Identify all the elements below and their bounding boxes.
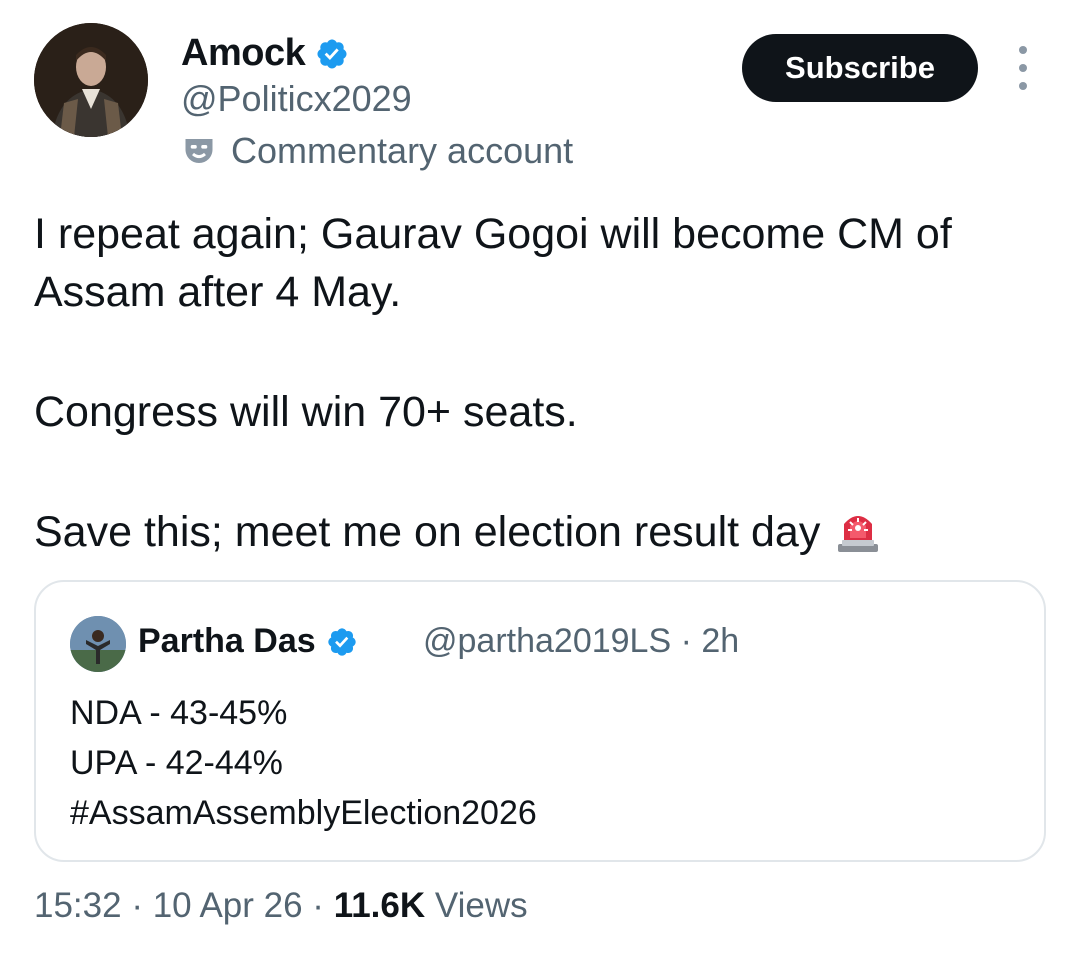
views-label: Views (434, 886, 528, 925)
author-name[interactable]: Amock (181, 32, 349, 75)
tweet-line: I repeat again; Gaurav Gogoi will become… (34, 210, 952, 316)
subscribe-button[interactable]: Subscribe (742, 34, 978, 102)
post-time[interactable]: 15:32 (34, 886, 122, 925)
tweet-line-with-emoji: Save this; meet me on election result da… (34, 503, 1044, 561)
separator-dot: · (680, 622, 702, 660)
more-dot (1019, 64, 1027, 72)
author-name-text[interactable]: Amock (181, 32, 306, 75)
tweet-text: I repeat again; Gaurav Gogoi will become… (34, 205, 1044, 561)
separator-dot: · (312, 886, 334, 925)
more-dot (1019, 82, 1027, 90)
quoted-text: NDA - 43-45% UPA - 42-44% #AssamAssembly… (70, 688, 537, 838)
quoted-handle[interactable]: @partha2019LS (423, 622, 671, 660)
separator-dot: · (131, 886, 153, 925)
police-siren-emoji (838, 516, 879, 552)
verified-badge-icon (317, 38, 347, 69)
quoted-line: UPA - 42-44% (70, 744, 283, 782)
more-options-icon[interactable] (1008, 46, 1038, 90)
more-dot (1019, 46, 1027, 54)
verified-badge-icon (327, 627, 356, 656)
tweet-card: Amock @Politicx2029 Commentary account S… (0, 0, 1080, 959)
quoted-meta: @partha2019LS · 2h (423, 622, 739, 661)
account-label-text: Commentary account (231, 130, 574, 171)
post-date[interactable]: 10 Apr 26 (153, 886, 303, 925)
quoted-hashtag[interactable]: #AssamAssemblyElection2026 (70, 788, 537, 838)
quoted-tweet[interactable]: Partha Das @partha2019LS · 2h NDA - 43-4… (34, 580, 1046, 862)
quoted-author-name-text[interactable]: Partha Das (138, 622, 316, 661)
tweet-line: Save this; meet me on election result da… (34, 508, 821, 556)
quoted-author-avatar[interactable] (70, 616, 126, 672)
quoted-author-name[interactable]: Partha Das (138, 622, 358, 661)
tweet-footer: 15:32 · 10 Apr 26 · 11.6K Views (34, 886, 528, 926)
author-avatar[interactable] (34, 23, 148, 137)
author-handle[interactable]: @Politicx2029 (181, 78, 412, 120)
tweet-line: Congress will win 70+ seats. (34, 388, 578, 436)
commentary-mask-icon (185, 139, 213, 163)
views-count[interactable]: 11.6K (334, 886, 425, 925)
account-label[interactable]: Commentary account (181, 130, 573, 172)
quoted-time[interactable]: 2h (701, 622, 739, 660)
quoted-line: NDA - 43-45% (70, 694, 288, 732)
